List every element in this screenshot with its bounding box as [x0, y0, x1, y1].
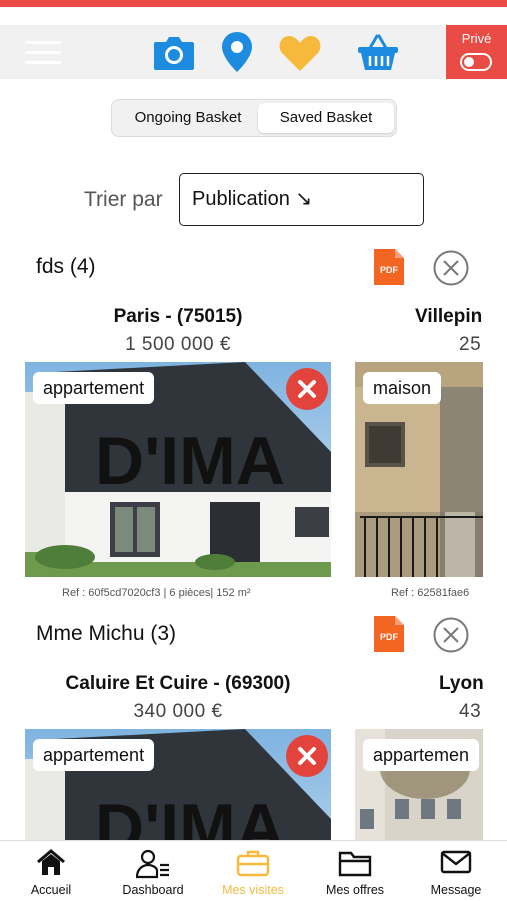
property-photo[interactable]: D'IMA appartement	[25, 362, 331, 577]
remove-property-button[interactable]	[286, 735, 328, 777]
remove-group-icon[interactable]	[433, 617, 469, 653]
home-icon	[37, 849, 65, 875]
nav-message[interactable]: Message	[420, 841, 492, 901]
remove-property-button[interactable]	[286, 368, 328, 410]
card-city: Villepin	[415, 306, 483, 327]
nav-mes-offres[interactable]: Mes offres	[314, 841, 396, 901]
folder-icon	[338, 851, 372, 877]
property-type-badge: appartemen	[363, 739, 480, 771]
card-price: 43	[459, 701, 482, 722]
heart-icon[interactable]	[278, 34, 322, 72]
basket-segmented-control: Ongoing Basket Saved Basket	[111, 99, 397, 137]
tab-ongoing-basket[interactable]: Ongoing Basket	[118, 103, 258, 133]
nav-label: Mes visites	[222, 883, 284, 897]
menu-icon[interactable]	[25, 39, 61, 67]
sort-select[interactable]: Publication ↘	[179, 173, 424, 226]
location-pin-icon[interactable]	[220, 31, 254, 73]
nav-label: Dashboard	[122, 883, 184, 897]
watermark-text: D'IMA	[95, 790, 285, 840]
app-header: Privé	[0, 25, 507, 79]
tab-saved-basket[interactable]: Saved Basket	[258, 103, 394, 133]
pdf-icon[interactable]: PDF	[374, 249, 404, 285]
card-reference: Ref : 62581fae6	[391, 587, 470, 599]
property-photo[interactable]: D'IMA appartement	[25, 729, 331, 840]
svg-text:PDF: PDF	[380, 632, 399, 642]
private-toggle[interactable]: Privé	[446, 25, 507, 79]
basket-icon[interactable]	[357, 33, 399, 73]
group-title: Mme Michu (3)	[36, 622, 177, 645]
card-price: 25	[459, 334, 482, 355]
nav-label: Mes offres	[325, 883, 385, 897]
mail-icon	[440, 850, 472, 874]
property-type-badge: appartement	[33, 739, 155, 771]
property-photo[interactable]: appartemen	[355, 729, 483, 840]
bottom-navigation: Accueil Dashboard Mes visites Mes offres…	[0, 840, 507, 901]
camera-icon[interactable]	[152, 33, 196, 73]
pdf-icon[interactable]: PDF	[374, 616, 404, 652]
private-label: Privé	[461, 31, 492, 46]
toggle-switch[interactable]	[460, 53, 492, 71]
card-city: Lyon	[439, 673, 483, 694]
close-icon	[298, 380, 316, 398]
sort-label: Trier par	[84, 188, 163, 211]
close-icon	[298, 747, 316, 765]
group-title: fds (4)	[36, 255, 96, 278]
nav-label: Accueil	[30, 883, 72, 897]
briefcase-icon	[236, 850, 270, 877]
property-photo[interactable]: maison	[355, 362, 483, 577]
user-list-icon	[136, 849, 169, 879]
nav-mes-visites[interactable]: Mes visites	[212, 841, 294, 901]
nav-accueil[interactable]: Accueil	[15, 841, 87, 901]
top-accent-bar	[0, 0, 507, 7]
nav-label: Message	[430, 883, 482, 897]
property-type-badge: appartement	[33, 372, 155, 404]
remove-group-icon[interactable]	[433, 250, 469, 286]
property-type-badge: maison	[363, 372, 442, 404]
watermark-text: D'IMA	[95, 423, 285, 499]
svg-text:PDF: PDF	[380, 265, 399, 275]
nav-dashboard[interactable]: Dashboard	[112, 841, 194, 901]
